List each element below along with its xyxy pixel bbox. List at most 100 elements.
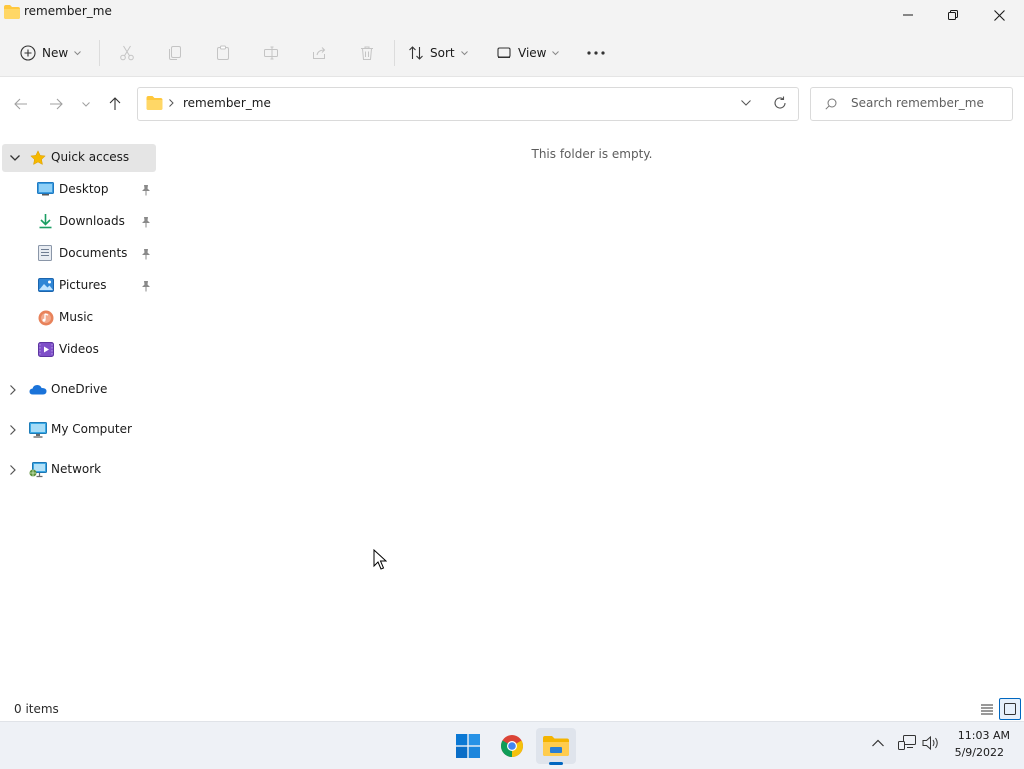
- recent-locations-button[interactable]: [74, 90, 98, 118]
- trash-icon: [361, 46, 373, 60]
- nav-label: My Computer: [51, 422, 132, 436]
- maximize-button[interactable]: [930, 0, 976, 30]
- chevron-right-icon[interactable]: [10, 425, 16, 435]
- taskbar: 11:03 AM 5/9/2022: [0, 721, 1024, 769]
- music-icon: [38, 310, 54, 326]
- chevron-down-icon: [460, 50, 468, 55]
- view-label: View: [518, 46, 547, 60]
- rename-button[interactable]: [258, 38, 284, 68]
- nav-label: Pictures: [59, 278, 107, 292]
- pictures-icon: [38, 278, 54, 292]
- arrow-left-icon: [14, 98, 27, 110]
- file-explorer-icon: [543, 736, 569, 756]
- pin-icon[interactable]: [141, 280, 151, 292]
- details-view-button[interactable]: [977, 699, 997, 719]
- nav-label: Documents: [59, 246, 128, 260]
- cut-button[interactable]: [114, 38, 140, 68]
- nav-item-music[interactable]: Music: [0, 304, 156, 332]
- pin-icon[interactable]: [141, 216, 151, 228]
- status-bar: 0 items: [0, 697, 1024, 721]
- volume-icon[interactable]: [922, 735, 940, 751]
- details-view-icon: [981, 704, 993, 714]
- chevron-right-icon[interactable]: [10, 385, 16, 395]
- windows-start-icon: [456, 734, 480, 758]
- item-count: 0 items: [14, 702, 59, 716]
- taskbar-file-explorer[interactable]: [536, 728, 576, 765]
- computer-icon: [29, 422, 47, 438]
- clock-date[interactable]: 5/9/2022: [952, 746, 1004, 759]
- address-bar[interactable]: remember_me: [137, 87, 799, 121]
- taskbar-chrome[interactable]: [492, 728, 532, 764]
- copy-icon: [169, 46, 181, 60]
- chevron-down-icon: [74, 50, 82, 55]
- large-icons-view-button[interactable]: [999, 698, 1021, 720]
- up-button[interactable]: [102, 90, 128, 118]
- navigation-pane: Quick access Desktop Downloads Documents…: [0, 140, 156, 695]
- search-box[interactable]: Search remember_me: [810, 87, 1013, 121]
- nav-quick-access[interactable]: Quick access: [2, 144, 156, 172]
- cut-icon: [120, 45, 134, 61]
- active-app-indicator: [549, 762, 563, 765]
- address-history-chevron-icon[interactable]: [741, 100, 751, 106]
- nav-item-pictures[interactable]: Pictures: [0, 272, 156, 300]
- documents-icon: [38, 245, 52, 261]
- folder-icon: [146, 96, 163, 110]
- nav-item-desktop[interactable]: Desktop: [0, 176, 156, 204]
- navigation-row: remember_me Search remember_me: [0, 77, 1024, 130]
- search-placeholder: Search remember_me: [851, 96, 984, 110]
- close-button[interactable]: [976, 0, 1022, 30]
- plus-circle-icon: [20, 45, 36, 61]
- star-icon: [30, 150, 46, 166]
- show-hidden-icons-chevron-icon[interactable]: [872, 739, 884, 747]
- share-button[interactable]: [306, 38, 332, 68]
- breadcrumb-chevron-icon[interactable]: [169, 99, 174, 107]
- toolbar-separator: [99, 40, 100, 66]
- nav-item-network[interactable]: Network: [0, 456, 156, 484]
- arrow-right-icon: [50, 98, 63, 110]
- download-icon: [38, 213, 53, 229]
- network-icon: [29, 462, 47, 478]
- back-button[interactable]: [8, 90, 34, 118]
- nav-label: Music: [59, 310, 94, 324]
- nav-label: Desktop: [59, 182, 109, 196]
- nav-item-onedrive[interactable]: OneDrive: [0, 376, 156, 404]
- start-button[interactable]: [448, 728, 488, 764]
- nav-item-videos[interactable]: Videos: [0, 336, 156, 364]
- refresh-icon[interactable]: [773, 96, 787, 110]
- sort-button[interactable]: Sort: [404, 38, 478, 68]
- copy-button[interactable]: [162, 38, 188, 68]
- paste-button[interactable]: [210, 38, 236, 68]
- chrome-icon: [501, 735, 523, 757]
- nav-item-my-computer[interactable]: My Computer: [0, 416, 156, 444]
- forward-button[interactable]: [43, 90, 69, 118]
- new-button[interactable]: New: [14, 38, 94, 68]
- nav-label: Network: [51, 462, 102, 476]
- sort-icon: [409, 46, 423, 60]
- delete-button[interactable]: [354, 38, 380, 68]
- nav-item-downloads[interactable]: Downloads: [0, 208, 156, 236]
- breadcrumb-current-folder[interactable]: remember_me: [183, 96, 271, 110]
- network-status-icon[interactable]: [898, 735, 916, 751]
- title-bar: remember_me: [0, 0, 1024, 30]
- paste-icon: [217, 45, 229, 60]
- search-icon: [825, 98, 837, 110]
- nav-label: Quick access: [51, 150, 130, 164]
- chevron-down-icon[interactable]: [10, 155, 20, 161]
- clock-time[interactable]: 11:03 AM: [952, 729, 1010, 742]
- chevron-right-icon[interactable]: [10, 465, 16, 475]
- view-button[interactable]: View: [492, 38, 570, 68]
- minimize-button[interactable]: [885, 0, 931, 30]
- minimize-icon: [903, 14, 913, 16]
- share-icon: [313, 47, 326, 59]
- rename-icon: [264, 46, 278, 60]
- new-label: New: [42, 46, 69, 60]
- nav-item-documents[interactable]: Documents: [0, 240, 156, 268]
- toolbar-separator: [394, 40, 395, 66]
- see-more-button[interactable]: [582, 38, 610, 68]
- file-list-area[interactable]: [157, 130, 1024, 695]
- desktop-icon: [37, 182, 54, 196]
- pin-icon[interactable]: [141, 184, 151, 196]
- mouse-cursor-icon: [373, 549, 387, 570]
- close-icon: [993, 9, 1005, 21]
- pin-icon[interactable]: [141, 248, 151, 260]
